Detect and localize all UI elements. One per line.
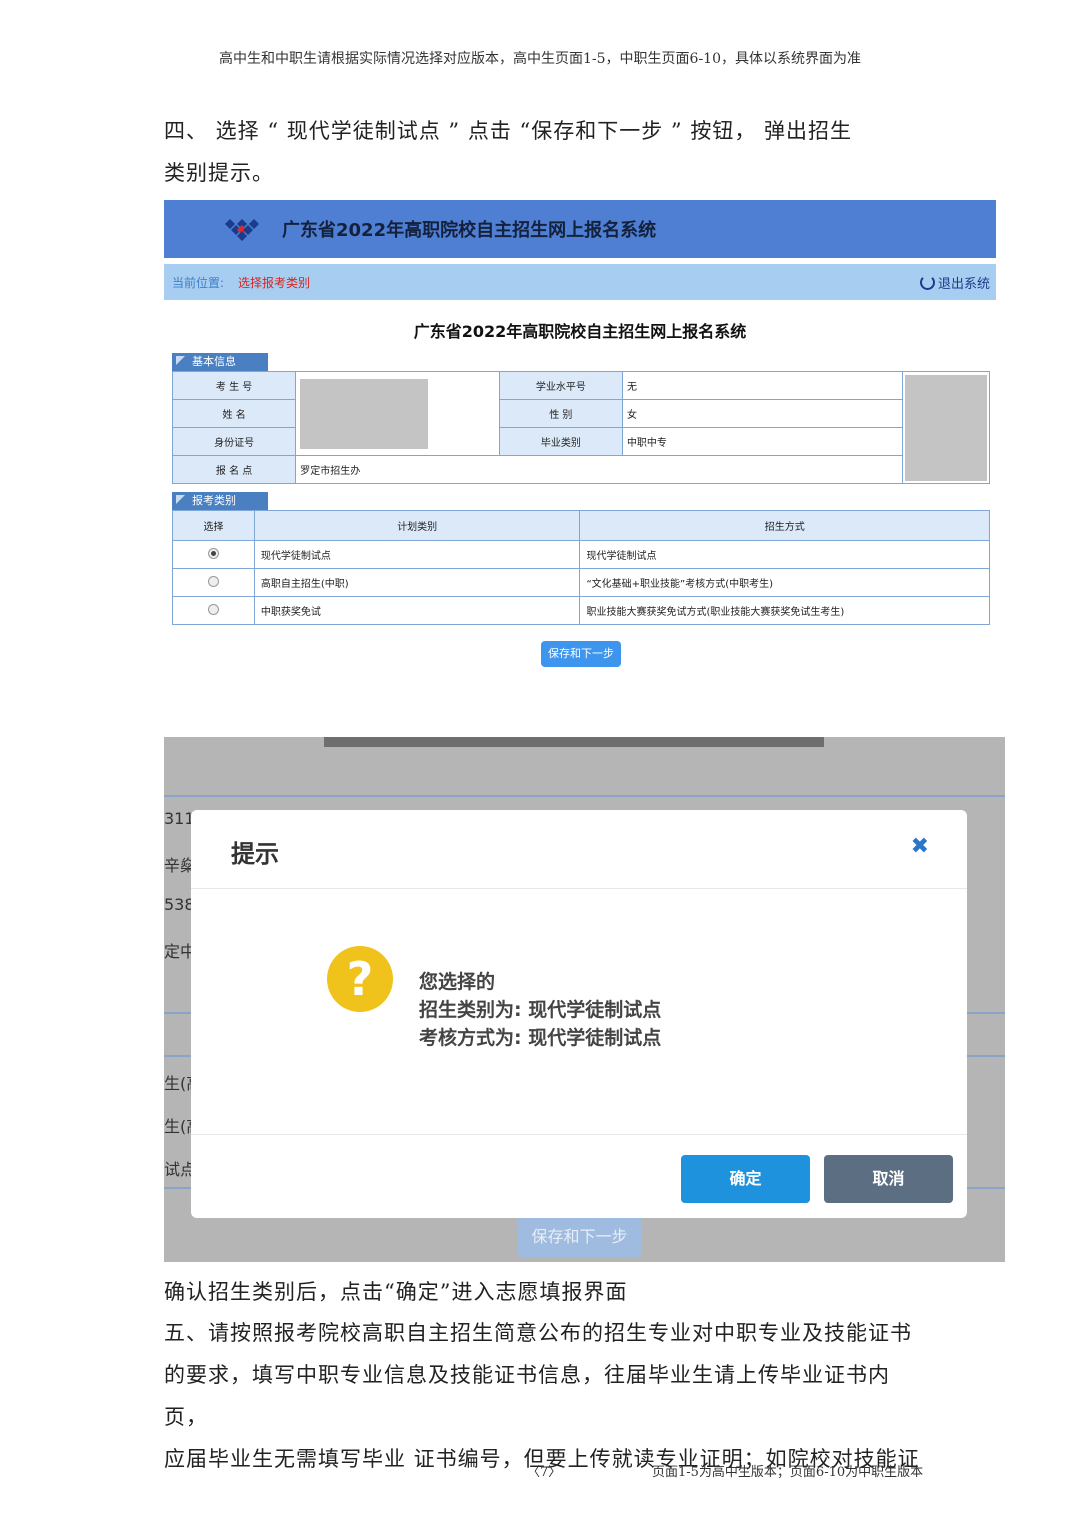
basic-info-table: 考 生 号 学业水平号 无 姓 名 性 别 女 身份证号 毕业类别 中职中专 报… (171, 371, 991, 484)
label-cell: 毕业类别 (498, 427, 623, 456)
label-cell: 考 生 号 (171, 371, 297, 400)
plan-cell: 高职自主招生(中职) (253, 568, 581, 597)
dialog-message-line1: 您选择的 (419, 971, 496, 993)
redacted-cell (295, 371, 500, 456)
plan-cell: 中职获奖免试 (253, 596, 581, 625)
after-confirm-text: 确认招生类别后，点击“确定”进入志愿填报界面 (164, 1280, 628, 1304)
table-row: 中职获奖免试 职业技能大赛获奖免试方式(职业技能大赛获奖免试生考生) (172, 596, 990, 625)
table-row: 现代学徒制试点 现代学徒制试点 (172, 540, 990, 569)
value-cell: 罗定市招生办 (295, 455, 903, 484)
category-radio-selected[interactable] (207, 547, 219, 559)
background-text: 311 (164, 809, 195, 828)
site-banner: 广东省2022年高职院校自主招生网上报名系统 (164, 200, 996, 258)
category-tab: 报考类别 (172, 492, 268, 510)
step5-line: 的要求，填写中职专业信息及技能证书信息，往届毕业生请上传毕业证书内页， (164, 1363, 890, 1429)
category-radio[interactable] (207, 603, 219, 615)
table-row: 考 生 号 学业水平号 无 (171, 371, 991, 484)
header-note: 高中生和中职生请根据实际情况选择对应版本，高中生页面1-5，中职生页面6-10，… (219, 51, 861, 67)
table-row: 高职自主招生(中职) “文化基础+职业技能”考核方式(中职考生) (172, 568, 990, 597)
close-icon[interactable]: ✖ (911, 834, 929, 859)
table-header-row: 选择 计划类别 招生方式 (172, 510, 990, 541)
basic-info-tab: 基本信息 (172, 353, 268, 371)
background-title-fragment (324, 737, 824, 747)
radio-cell (172, 540, 255, 569)
save-next-button[interactable]: 保存和下一步 (541, 641, 621, 667)
table-row: 报 名 点 罗定市招生办 (171, 455, 990, 484)
dialog-title: 提示 (231, 840, 279, 868)
radio-cell (172, 568, 255, 597)
label-cell: 身份证号 (171, 427, 297, 456)
power-icon (919, 275, 935, 290)
category-table: 选择 计划类别 招生方式 现代学徒制试点 现代学徒制试点 高职自主招生(中职) … (172, 510, 990, 625)
label-cell: 学业水平号 (498, 371, 623, 400)
dialog-divider (191, 1134, 967, 1135)
label-cell: 姓 名 (171, 399, 297, 428)
footer-note: 页面1-5为高中生版本；页面6-10为中职生版本 (652, 1465, 924, 1480)
dialog-message-line3: 考核方式为: 现代学徒制试点 (419, 1027, 662, 1049)
question-icon: ? (327, 946, 393, 1012)
background-save-button: 保存和下一步 (517, 1217, 642, 1257)
label-cell: 报 名 点 (171, 455, 297, 484)
column-header: 选择 (172, 510, 255, 541)
logout-link[interactable]: 退出系统 (919, 273, 990, 292)
page-number: 〈7〉 (527, 1465, 562, 1480)
photo-cell (901, 371, 991, 484)
tab-corner-icon (176, 495, 185, 504)
dialog-message-line2: 招生类别为: 现代学徒制试点 (419, 999, 662, 1021)
column-header: 计划类别 (253, 510, 581, 541)
confirm-dialog: 提示 ✖ ? 您选择的 招生类别为: 现代学徒制试点 考核方式为: 现代学徒制试… (191, 810, 967, 1218)
registration-screenshot: 广东省2022年高职院校自主招生网上报名系统 当前位置: 选择报考类别 退出系统… (164, 200, 996, 670)
value-cell: 女 (621, 399, 903, 428)
column-header: 招生方式 (579, 510, 990, 541)
method-cell: 现代学徒制试点 (579, 540, 990, 569)
breadcrumb-current: 选择报考类别 (238, 276, 311, 290)
table-row: 身份证号 毕业类别 中职中专 (171, 427, 990, 456)
step4-line2: 类别提示。 (164, 161, 274, 185)
system-title: 广东省2022年高职院校自主招生网上报名系统 (413, 322, 747, 341)
category-radio[interactable] (207, 575, 219, 587)
table-row: 姓 名 性 别 女 (171, 399, 990, 428)
breadcrumb: 当前位置: 选择报考类别 退出系统 (164, 264, 996, 300)
basic-info-tab-label: 基本信息 (192, 355, 236, 368)
value-cell: 中职中专 (621, 427, 903, 456)
category-tab-label: 报考类别 (192, 494, 236, 507)
breadcrumb-label: 当前位置: (172, 276, 225, 290)
step5-text: 五、请按照报考院校高职自主招生简意公布的招生专业对中职专业及技能证书 的要求，填… (164, 1312, 924, 1480)
cancel-button[interactable]: 取消 (824, 1155, 953, 1203)
method-cell: “文化基础+职业技能”考核方式(中职考生) (579, 568, 990, 597)
label-cell: 性 别 (498, 399, 623, 428)
confirm-dialog-screenshot: 311 辛燊 538 定中 生(高 生(高 试点 保存和下一步 提示 ✖ ? 您… (164, 737, 1005, 1262)
redacted-block (300, 378, 429, 449)
logo-icon (225, 219, 259, 241)
radio-cell (172, 596, 255, 625)
value-cell: 无 (621, 371, 903, 400)
banner-title: 广东省2022年高职院校自主招生网上报名系统 (282, 220, 657, 241)
step4-line1: 四、 选择 “ 现代学徒制试点 ” 点击 “保存和下一步 ” 按钮， 弹出招生 (164, 119, 853, 143)
confirm-button[interactable]: 确定 (681, 1155, 810, 1203)
logout-label: 退出系统 (937, 277, 990, 292)
step4-text: 四、 选择 “ 现代学徒制试点 ” 点击 “保存和下一步 ” 按钮， 弹出招生 … (164, 110, 924, 194)
dialog-divider (191, 888, 967, 889)
plan-cell: 现代学徒制试点 (253, 540, 581, 569)
photo-placeholder (904, 374, 987, 481)
method-cell: 职业技能大赛获奖免试方式(职业技能大赛获奖免试生考生) (579, 596, 990, 625)
step5-line: 五、请按照报考院校高职自主招生简意公布的招生专业对中职专业及技能证书 (164, 1321, 912, 1345)
background-text: 538 (164, 895, 195, 914)
tab-corner-icon (176, 356, 185, 365)
background-divider (164, 795, 1005, 797)
